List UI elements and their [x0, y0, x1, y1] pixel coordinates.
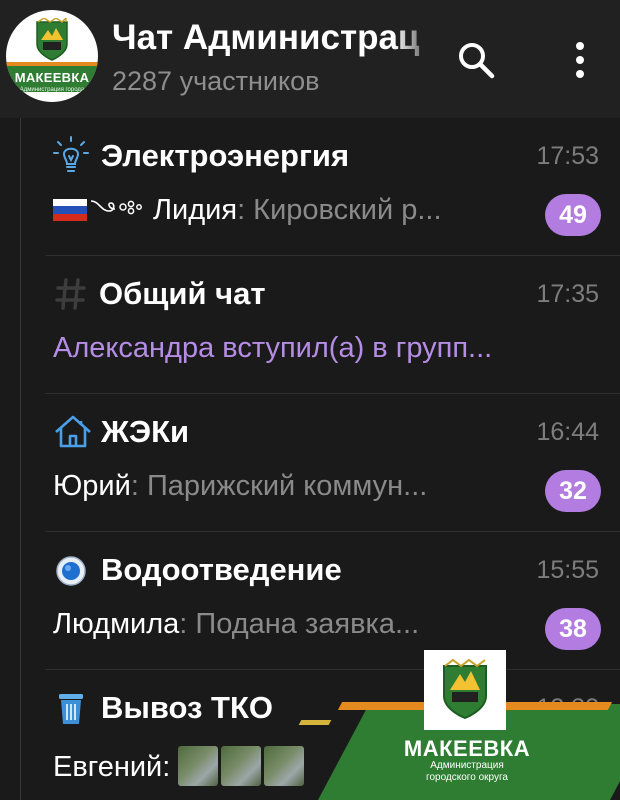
dot-icon — [576, 42, 584, 50]
coat-of-arms-icon — [36, 18, 68, 61]
photo-thumbnail — [178, 746, 219, 786]
avatar-title: МАКЕЕВКА — [14, 70, 90, 85]
message-sender: Евгений — [53, 751, 163, 783]
photo-thumbnail — [264, 746, 305, 786]
more-menu-button[interactable] — [560, 36, 600, 84]
search-icon — [459, 43, 495, 79]
watermark-subtitle: Администрация — [430, 760, 504, 771]
member-count: 2287 участников — [112, 66, 320, 96]
watermark-emblem — [424, 650, 506, 730]
search-button[interactable] — [452, 36, 500, 84]
coat-of-arms-icon — [443, 658, 487, 720]
topic-row-drainage[interactable]: Водоотведение 15:55 Людмила: Подана заяв… — [21, 532, 620, 670]
message-sender: Людмила — [53, 608, 180, 640]
topic-list: Электроэнергия 17:53 Лидия: Кировский р.… — [20, 118, 620, 800]
topic-time: 15:55 — [536, 556, 599, 584]
watermark-title: МАКЕЕВКА — [403, 736, 531, 761]
topic-name: Общий чат — [99, 276, 266, 311]
topic-preview: Евгений: — [53, 746, 307, 786]
avatar-subtitle: Администрация города — [19, 87, 85, 93]
hash-icon — [55, 278, 86, 310]
photo-thumbnail — [221, 746, 262, 786]
lightbulb-icon — [53, 136, 89, 172]
topic-row-general[interactable]: Общий чат 17:35 Александра вступил(а) в … — [21, 256, 620, 394]
topic-preview: Юрий: Парижский коммун... — [53, 470, 427, 503]
russian-flag-icon — [53, 199, 87, 221]
unread-badge: 32 — [545, 470, 601, 512]
message-colon: : — [162, 751, 171, 783]
topic-preview: Лидия: Кировский р... — [53, 194, 442, 227]
unread-badge: 49 — [545, 194, 601, 236]
unread-badge: 38 — [545, 608, 601, 650]
trash-bin-icon — [59, 694, 83, 724]
watermark-subtitle: городского округа — [426, 772, 508, 783]
topic-time: 16:44 — [536, 418, 599, 446]
message-text: : Кировский р... — [237, 194, 442, 226]
topic-time: 17:35 — [536, 280, 599, 308]
swirl-decoration-icon — [90, 200, 142, 215]
radio-button-icon — [56, 556, 86, 586]
message-sender: Лидия — [153, 194, 238, 226]
message-text: : Подана заявка... — [179, 608, 420, 640]
topic-row-housing[interactable]: ЖЭКи 16:44 Юрий: Парижский коммун... 32 — [21, 394, 620, 532]
message-text: : Парижский коммун... — [130, 470, 428, 502]
house-icon — [55, 415, 91, 448]
topic-name: Водоотведение — [101, 552, 342, 587]
message-sender: Юрий — [53, 470, 131, 502]
topic-preview: Людмила: Подана заявка... — [53, 608, 419, 641]
dot-icon — [576, 70, 584, 78]
chat-title[interactable]: Чат Администрац — [112, 18, 434, 58]
topic-name: Вывоз ТКО — [101, 690, 274, 725]
topic-name: ЖЭКи — [101, 414, 190, 449]
chat-header: МАКЕЕВКА Администрация города Чат Админи… — [0, 0, 620, 118]
dot-icon — [576, 56, 584, 64]
title-fade — [394, 14, 438, 62]
group-avatar[interactable]: МАКЕЕВКА Администрация города — [6, 10, 98, 102]
topic-name: Электроэнергия — [101, 138, 350, 173]
topic-row-electricity[interactable]: Электроэнергия 17:53 Лидия: Кировский р.… — [21, 118, 620, 256]
system-message: Александра вступил(а) в групп... — [53, 332, 493, 364]
topic-time: 17:53 — [536, 142, 599, 170]
watermark-stripe — [298, 720, 332, 725]
